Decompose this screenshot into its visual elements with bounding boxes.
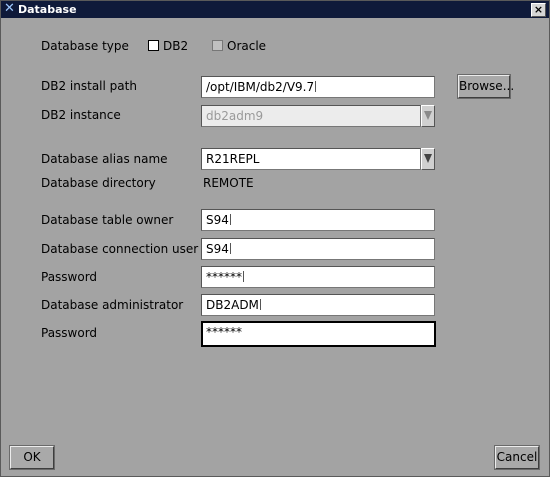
chevron-down-icon	[424, 154, 432, 163]
connection-user-label: Database connection user	[41, 242, 199, 256]
oracle-option-label: Oracle	[227, 39, 267, 53]
password2-label: Password	[41, 326, 98, 340]
text-cursor	[315, 81, 317, 92]
directory-label: Database directory	[41, 176, 156, 190]
chevron-down-icon	[424, 111, 432, 120]
alias-dropdown-button[interactable]	[421, 148, 435, 170]
alias-label: Database alias name	[41, 152, 168, 166]
administrator-value: DB2ADM	[206, 298, 259, 312]
connection-user-input[interactable]: S94	[201, 238, 435, 260]
database-dialog: ✕ Database × Database type DB2 Oracle DB…	[0, 0, 550, 477]
password1-value: ******	[206, 270, 242, 284]
app-logo-icon: ✕	[4, 1, 15, 16]
administrator-label: Database administrator	[41, 298, 184, 312]
directory-value: REMOTE	[203, 176, 254, 190]
ok-button[interactable]: OK	[9, 445, 55, 470]
instance-label: DB2 instance	[41, 108, 121, 122]
install-path-input[interactable]: /opt/IBM/db2/V9.7	[201, 76, 435, 98]
table-owner-value: S94	[206, 213, 229, 227]
cancel-button[interactable]: Cancel	[494, 445, 540, 470]
table-owner-input[interactable]: S94	[201, 209, 435, 231]
administrator-input[interactable]: DB2ADM	[201, 294, 435, 316]
instance-dropdown-button[interactable]	[421, 105, 435, 127]
instance-value: db2adm9	[206, 109, 264, 123]
text-cursor	[243, 271, 244, 282]
table-owner-label: Database table owner	[41, 213, 174, 227]
window-title: Database	[18, 3, 77, 16]
alias-value: R21REPL	[206, 152, 260, 166]
password1-input[interactable]: ******	[201, 266, 435, 288]
db2-checkbox[interactable]	[148, 40, 159, 51]
connection-user-value: S94	[206, 242, 229, 256]
instance-select[interactable]: db2adm9	[201, 105, 421, 127]
db2-option-label: DB2	[163, 39, 189, 53]
install-path-value: /opt/IBM/db2/V9.7	[206, 80, 315, 94]
alias-select[interactable]: R21REPL	[201, 148, 421, 170]
database-type-label: Database type	[41, 39, 129, 53]
text-cursor	[229, 243, 231, 254]
password1-label: Password	[41, 270, 98, 284]
close-button[interactable]: ×	[531, 3, 546, 17]
oracle-checkbox[interactable]	[212, 40, 223, 51]
install-path-label: DB2 install path	[41, 79, 137, 93]
text-cursor	[229, 214, 231, 225]
title-bar: ✕ Database ×	[1, 1, 549, 18]
browse-button[interactable]: Browse...	[457, 74, 514, 99]
text-cursor	[259, 299, 261, 310]
password2-input[interactable]: ******	[201, 321, 436, 347]
password2-value: ******	[206, 325, 242, 339]
